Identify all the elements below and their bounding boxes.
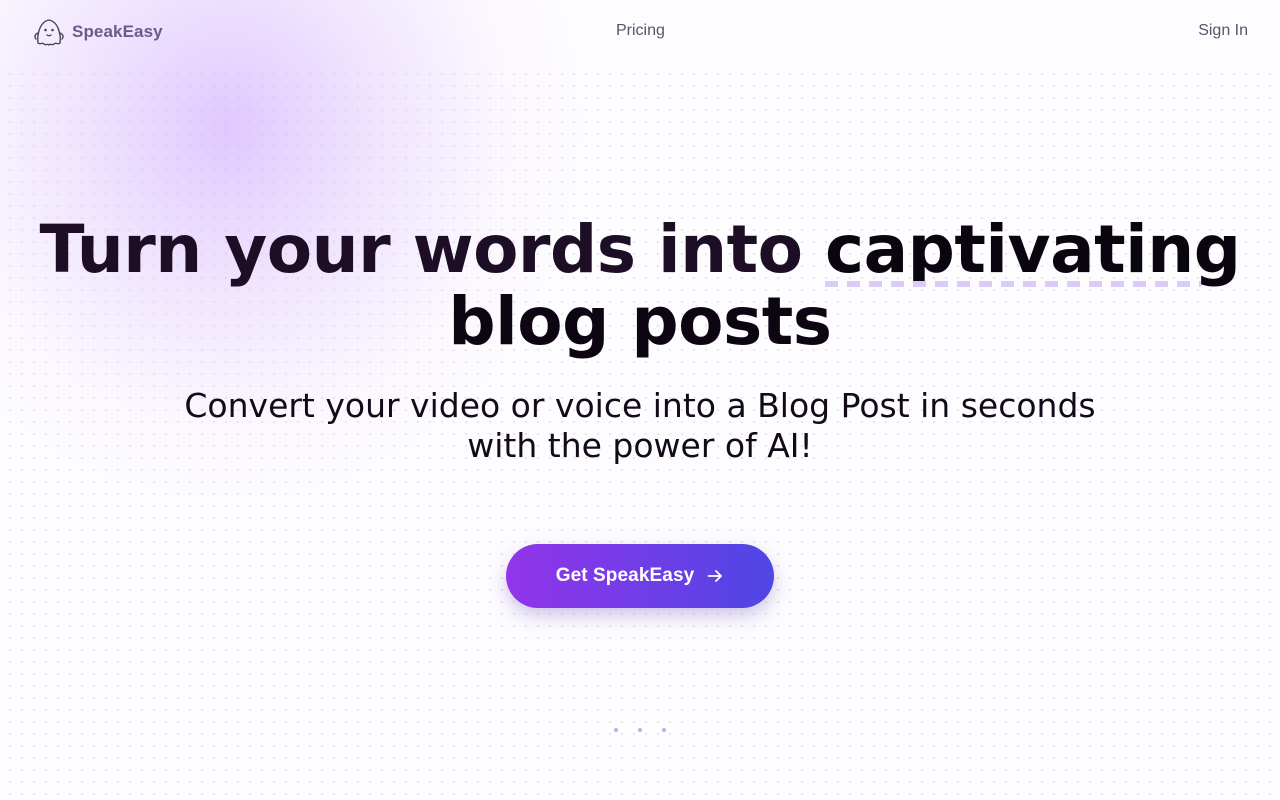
brand-logo-link[interactable]: SpeakEasy — [34, 16, 163, 48]
get-speakeasy-button[interactable]: Get SpeakEasy — [506, 544, 774, 608]
top-nav: SpeakEasy Pricing Sign In — [0, 0, 1280, 64]
arrow-right-icon — [706, 567, 724, 585]
brand-name: SpeakEasy — [72, 22, 163, 41]
hero-subheadline: Convert your video or voice into a Blog … — [0, 386, 1280, 466]
headline-text: Turn your words into — [39, 211, 825, 288]
headline-line-1: Turn your words into captivating — [0, 211, 1280, 288]
nav-link-sign-in[interactable]: Sign In — [1198, 22, 1248, 40]
loading-dots-indicator — [612, 728, 670, 734]
subheadline-line-1: Convert your video or voice into a Blog … — [184, 386, 1096, 425]
headline-line-2: blog posts — [448, 283, 832, 360]
subheadline-line-2: with the power of AI! — [467, 426, 813, 465]
loading-dot — [638, 728, 642, 732]
nav-link-pricing[interactable]: Pricing — [616, 22, 665, 40]
headline-highlight-word: captivating — [824, 211, 1241, 288]
loading-dot — [662, 728, 666, 732]
landing-page: SpeakEasy Pricing Sign In Turn your word… — [0, 0, 1280, 800]
ghost-icon — [34, 16, 64, 48]
loading-dot — [614, 728, 618, 732]
cta-label: Get SpeakEasy — [555, 565, 695, 586]
hero-headline: Turn your words into captivating blog po… — [0, 214, 1280, 358]
